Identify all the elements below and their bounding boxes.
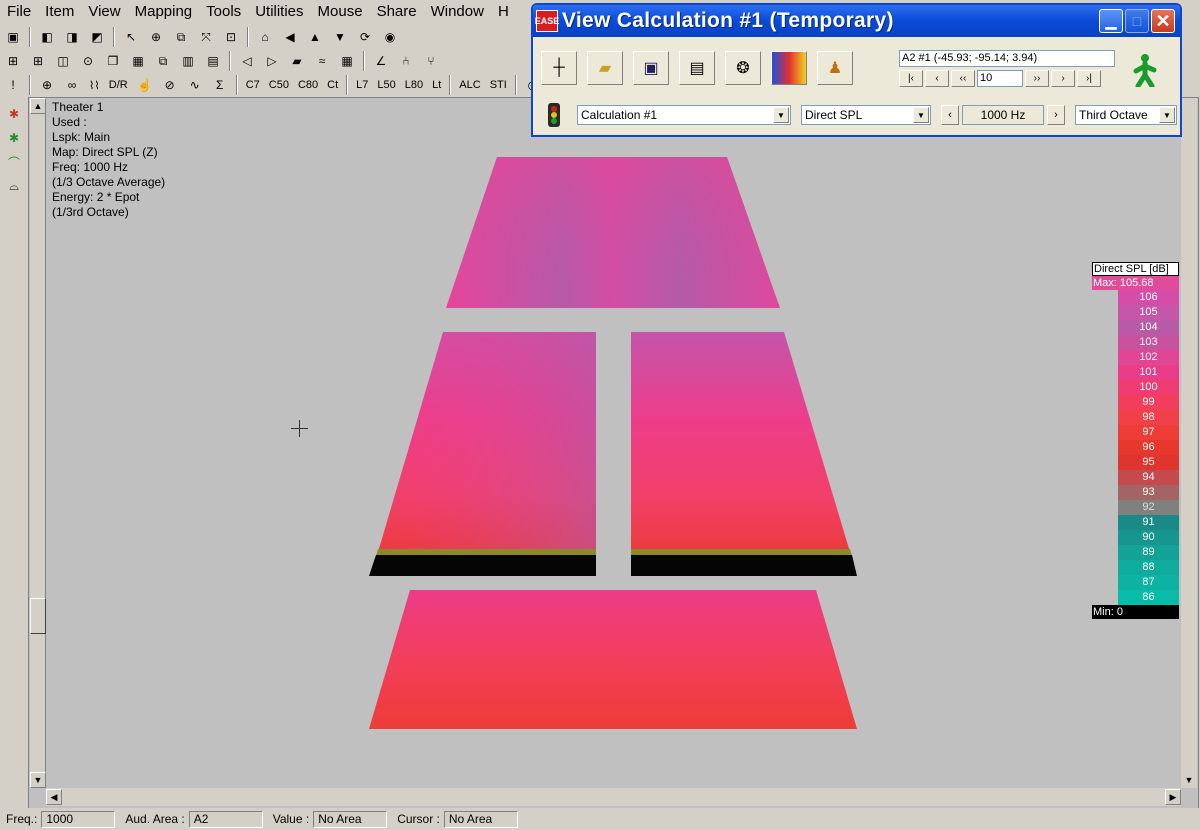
frequency-value[interactable]: 1000 Hz — [962, 105, 1044, 125]
legend-entry: 91 — [1118, 515, 1179, 530]
crosshair-tool-icon[interactable]: ┼ — [541, 51, 577, 85]
legend-entry: 88 — [1118, 560, 1179, 575]
window-title: View Calculation #1 (Temporary) — [562, 9, 894, 32]
window-title-bar[interactable]: EASE View Calculation #1 (Temporary) ▁ □… — [533, 5, 1180, 37]
calculation-select[interactable]: Calculation #1 ▼ — [577, 105, 791, 125]
position-panel: A2 #1 (-45.93; -95.14; 3.94) |‹ ‹ ‹‹ 10 … — [899, 50, 1115, 87]
audience-area-left-shadow — [369, 555, 596, 576]
cursor-value: No Area — [443, 810, 518, 828]
legend-entry: 92 — [1118, 500, 1179, 515]
walking-man-icon — [1133, 54, 1157, 87]
band-select-value: Third Octave — [1079, 108, 1148, 122]
last-button[interactable]: ›| — [1077, 70, 1101, 87]
traffic-light-icon[interactable] — [541, 101, 567, 129]
audience-group-icon[interactable]: ♟ — [817, 51, 853, 85]
map-type-select[interactable]: Direct SPL ▼ — [801, 105, 931, 125]
cursor-label: Cursor : — [397, 812, 440, 826]
legend-max: Max: 105.68 — [1092, 276, 1179, 290]
audience-area-bottom[interactable] — [369, 590, 857, 729]
status-bar: Freq.: 1000 Aud. Area : A2 Value : No Ar… — [0, 808, 1200, 830]
legend-entry: 103 — [1118, 335, 1179, 350]
next-button[interactable]: › — [1051, 70, 1075, 87]
legend-entry: 106 — [1118, 290, 1179, 305]
crosshair-cursor — [291, 420, 308, 437]
view-calculation-window: EASE View Calculation #1 (Temporary) ▁ □… — [531, 3, 1182, 137]
legend-entry: 90 — [1118, 530, 1179, 545]
chevron-down-icon[interactable]: ▼ — [1159, 107, 1175, 123]
audience-area-right[interactable] — [631, 332, 850, 552]
legend-title: Direct SPL [dB] — [1092, 262, 1179, 276]
value-label: Value : — [272, 812, 310, 826]
legend-entry: 87 — [1118, 575, 1179, 590]
spl-legend: Direct SPL [dB] Max: 105.68 106 105 104 103… — [1092, 262, 1179, 619]
legend-entry: 100 — [1118, 380, 1179, 395]
legend-entry: 104 — [1118, 320, 1179, 335]
chevron-down-icon[interactable]: ▼ — [773, 107, 789, 123]
run-calculation-button[interactable] — [1123, 50, 1167, 90]
aud-area-value: A2 — [188, 810, 263, 828]
legend-entry: 94 — [1118, 470, 1179, 485]
freq-increase-button[interactable]: › — [1047, 105, 1065, 125]
audience-area-left-edge — [376, 549, 596, 556]
audience-area-right-shadow — [631, 555, 857, 576]
legend-entry: 93 — [1118, 485, 1179, 500]
minimize-icon[interactable]: ▁ — [1099, 9, 1123, 33]
window-controls: ▁ □ ✕ — [1099, 9, 1175, 33]
legend-entry: 96 — [1118, 440, 1179, 455]
audience-area-top-shade — [446, 157, 780, 308]
value-value: No Area — [313, 810, 388, 828]
open-folder-icon[interactable]: ▰ — [587, 51, 623, 85]
freq-value: 1000 — [41, 810, 116, 828]
prev-step-button[interactable]: ‹‹ — [951, 70, 975, 87]
position-readout: A2 #1 (-45.93; -95.14; 3.94) — [899, 50, 1115, 67]
ease-logo-icon: EASE — [535, 10, 559, 32]
band-select[interactable]: Third Octave ▼ — [1075, 105, 1177, 125]
frequency-stepper: ‹ 1000 Hz › — [941, 105, 1065, 125]
legend-entry: 99 — [1118, 395, 1179, 410]
save-icon[interactable]: ▣ — [633, 51, 669, 85]
audience-area-right-edge — [631, 549, 852, 556]
legend-entry: 89 — [1118, 545, 1179, 560]
next-step-button[interactable]: ›› — [1025, 70, 1049, 87]
legend-entry: 102 — [1118, 350, 1179, 365]
maximize-icon[interactable]: □ — [1125, 9, 1149, 33]
freq-decrease-button[interactable]: ‹ — [941, 105, 959, 125]
document-icon[interactable]: ▤ — [679, 51, 715, 85]
legend-entry: 101 — [1118, 365, 1179, 380]
map-type-select-value: Direct SPL — [805, 108, 863, 122]
audience-area-left-shade — [378, 332, 596, 552]
aud-area-label: Aud. Area : — [125, 812, 185, 826]
step-input[interactable]: 10 — [977, 70, 1023, 87]
chevron-down-icon[interactable]: ▼ — [913, 107, 929, 123]
legend-min: Min: 0 — [1092, 605, 1179, 619]
legend-entry: 95 — [1118, 455, 1179, 470]
navigation-row: |‹ ‹ ‹‹ 10 ›› › ›| — [899, 70, 1115, 87]
prev-button[interactable]: ‹ — [925, 70, 949, 87]
color-map-icon[interactable] — [771, 51, 807, 85]
freq-label: Freq.: — [6, 812, 38, 826]
first-button[interactable]: |‹ — [899, 70, 923, 87]
settings-icon[interactable]: ❂ — [725, 51, 761, 85]
calc-options-row: Calculation #1 ▼ Direct SPL ▼ ‹ 1000 Hz … — [541, 101, 1177, 129]
calculation-select-value: Calculation #1 — [581, 108, 658, 122]
legend-scale: 106 105 104 103 102 101 100 99 98 97 96 95 94 93 92 91 9… — [1092, 290, 1179, 605]
legend-entry: 97 — [1118, 425, 1179, 440]
legend-entry: 105 — [1118, 305, 1179, 320]
legend-entry: 86 — [1118, 590, 1179, 605]
close-icon[interactable]: ✕ — [1151, 9, 1175, 33]
legend-entry: 98 — [1118, 410, 1179, 425]
calc-toolbar: ┼ ▰ ▣ ▤ ❂ ♟ — [541, 51, 853, 85]
traffic-light-svg — [548, 103, 560, 127]
